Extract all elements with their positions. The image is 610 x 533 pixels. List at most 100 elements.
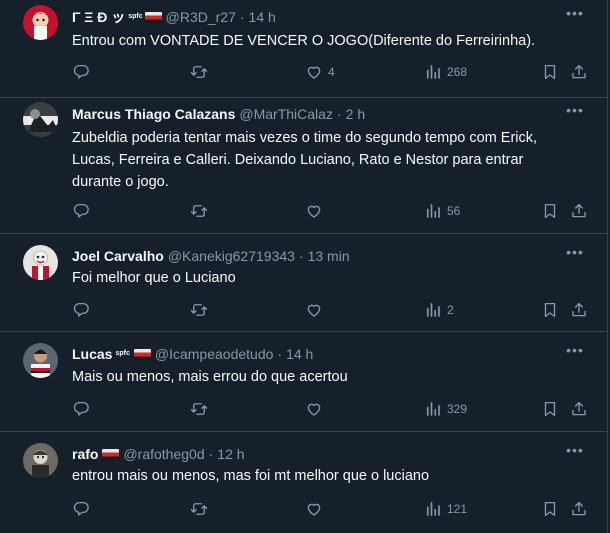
- bookmark-button[interactable]: [541, 300, 559, 320]
- separator-dot: ·: [298, 248, 304, 264]
- share-button[interactable]: [570, 62, 588, 82]
- more-icon[interactable]: •••: [565, 103, 585, 119]
- reply-button[interactable]: [72, 201, 90, 221]
- tweet[interactable]: Γ Ξ Ð ッ spfc @R3D_r27 · 14 h ••• Entrou …: [0, 0, 607, 98]
- timestamp[interactable]: 12 h: [217, 445, 244, 463]
- views-button[interactable]: 56: [424, 201, 460, 221]
- action-bar: 329: [72, 399, 589, 419]
- views-icon: [424, 400, 442, 418]
- reply-button[interactable]: [72, 300, 90, 320]
- share-button[interactable]: [570, 499, 588, 519]
- reply-button[interactable]: [72, 399, 90, 419]
- bookmark-button[interactable]: [541, 399, 559, 419]
- user-handle[interactable]: @MarThiCalaz: [239, 105, 333, 123]
- team-badge: spfc: [115, 350, 130, 357]
- display-name[interactable]: Lucas: [72, 345, 112, 363]
- tweet-header: rafo @rafotheg0d · 12 h: [72, 445, 567, 463]
- like-icon: [305, 202, 323, 220]
- retweet-icon: [190, 500, 208, 518]
- timestamp[interactable]: 14 h: [286, 345, 313, 363]
- tweet[interactable]: Joel Carvalho @Kanekig62719343 · 13 min …: [0, 233, 607, 332]
- like-button[interactable]: [305, 499, 328, 519]
- display-name[interactable]: Joel Carvalho: [72, 247, 164, 265]
- tweet[interactable]: rafo @rafotheg0d · 12 h ••• entrou mais …: [0, 431, 607, 533]
- separator-dot: ·: [336, 106, 342, 122]
- retweet-icon: [190, 400, 208, 418]
- retweet-button[interactable]: [190, 201, 208, 221]
- user-handle[interactable]: @rafotheg0d: [123, 445, 204, 463]
- reply-button[interactable]: [72, 62, 90, 82]
- retweet-button[interactable]: [190, 399, 208, 419]
- reply-button[interactable]: [72, 499, 90, 519]
- share-icon: [570, 400, 588, 418]
- retweet-icon: [190, 202, 208, 220]
- share-button[interactable]: [570, 300, 588, 320]
- share-icon: [570, 500, 588, 518]
- views-icon: [424, 500, 442, 518]
- flag-icon: [133, 348, 151, 360]
- action-bar: 121: [72, 499, 589, 519]
- tweet-text: Zubeldia poderia tentar mais vezes o tim…: [72, 130, 538, 190]
- like-button[interactable]: [305, 201, 328, 221]
- tweet-text: Foi melhor que o Luciano: [72, 270, 236, 286]
- views-button[interactable]: 329: [424, 399, 467, 419]
- views-button[interactable]: 121: [424, 499, 467, 519]
- share-icon: [570, 301, 588, 319]
- more-icon[interactable]: •••: [565, 245, 585, 261]
- action-bar: 56: [72, 201, 589, 221]
- like-button[interactable]: [305, 300, 328, 320]
- retweet-button[interactable]: [190, 499, 208, 519]
- timestamp[interactable]: 2 h: [346, 105, 365, 123]
- display-name[interactable]: Γ Ξ Ð ッ: [72, 8, 125, 26]
- view-count: 121: [447, 502, 468, 516]
- user-handle[interactable]: @Icampeaodetudo: [155, 345, 274, 363]
- bookmark-icon: [541, 500, 559, 518]
- like-icon: [305, 400, 323, 418]
- retweet-button[interactable]: [190, 300, 208, 320]
- views-icon: [424, 202, 442, 220]
- view-count: 329: [447, 402, 468, 416]
- tweet[interactable]: Lucas spfc @Icampeaodetudo · 14 h ••• Ma…: [0, 331, 607, 432]
- tweet[interactable]: Marcus Thiago Calazans @MarThiCalaz · 2 …: [0, 97, 607, 234]
- tweet-header: Marcus Thiago Calazans @MarThiCalaz · 2 …: [72, 105, 567, 123]
- avatar[interactable]: [23, 245, 58, 280]
- tweet-header: Lucas spfc @Icampeaodetudo · 14 h: [72, 345, 567, 363]
- avatar[interactable]: [23, 443, 58, 478]
- share-button[interactable]: [570, 399, 588, 419]
- team-badge: spfc: [128, 13, 143, 20]
- tweet-text: entrou mais ou menos, mas foi mt melhor …: [72, 468, 430, 484]
- avatar[interactable]: [23, 5, 58, 40]
- timestamp[interactable]: 13 min: [308, 247, 350, 265]
- timestamp[interactable]: 14 h: [249, 8, 276, 26]
- like-button[interactable]: [305, 399, 328, 419]
- retweet-button[interactable]: [190, 62, 208, 82]
- more-icon[interactable]: •••: [565, 443, 585, 459]
- display-name[interactable]: rafo: [72, 445, 98, 463]
- views-button[interactable]: 2: [424, 300, 454, 320]
- user-handle[interactable]: @R3D_r27: [166, 8, 236, 26]
- avatar[interactable]: [23, 102, 58, 137]
- tweet-text: Entrou com VONTADE DE VENCER O JOGO(Dife…: [72, 33, 536, 49]
- avatar[interactable]: [23, 343, 58, 378]
- more-icon[interactable]: •••: [565, 6, 585, 22]
- action-bar: 4 268: [72, 62, 589, 82]
- share-button[interactable]: [570, 201, 588, 221]
- views-icon: [424, 301, 442, 319]
- display-name[interactable]: Marcus Thiago Calazans: [72, 105, 235, 123]
- user-handle[interactable]: @Kanekig62719343: [168, 247, 295, 265]
- like-button[interactable]: 4: [305, 62, 335, 82]
- view-count: 268: [447, 65, 468, 79]
- like-icon: [305, 301, 323, 319]
- reply-feed: Γ Ξ Ð ッ spfc @R3D_r27 · 14 h ••• Entrou …: [0, 0, 608, 533]
- bookmark-icon: [541, 301, 559, 319]
- action-bar: 2: [72, 300, 589, 320]
- flag-icon: [144, 11, 162, 23]
- more-icon[interactable]: •••: [565, 343, 585, 359]
- bookmark-button[interactable]: [541, 499, 559, 519]
- share-icon: [570, 63, 588, 81]
- bookmark-button[interactable]: [541, 62, 559, 82]
- bookmark-button[interactable]: [541, 201, 559, 221]
- views-button[interactable]: 268: [424, 62, 467, 82]
- bookmark-icon: [541, 400, 559, 418]
- reply-icon: [72, 202, 90, 220]
